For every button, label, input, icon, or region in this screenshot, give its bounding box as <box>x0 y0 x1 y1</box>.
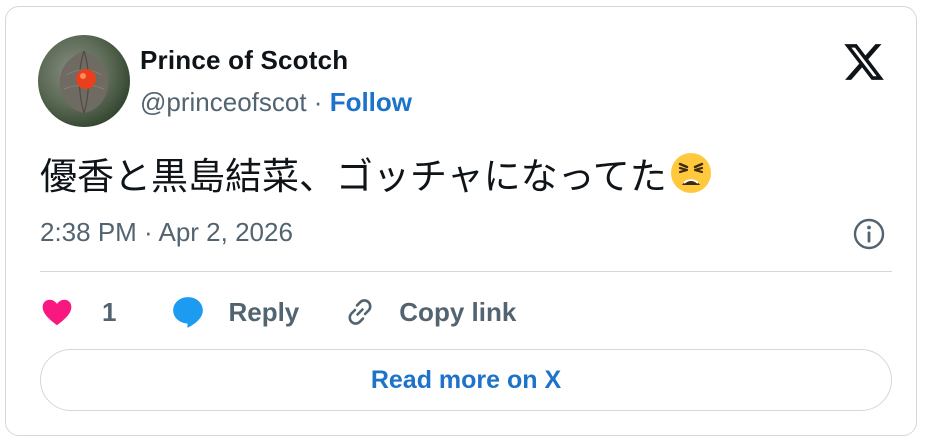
reply-button[interactable]: Reply <box>170 294 343 330</box>
copy-link-label: Copy link <box>399 296 517 327</box>
read-more-button[interactable]: Read more on X <box>40 349 892 411</box>
like-count: 1 <box>102 296 117 327</box>
avatar[interactable] <box>38 35 130 127</box>
author-name[interactable]: Prince of Scotch <box>140 45 348 76</box>
avatar-image <box>59 50 109 114</box>
tweet-timestamp[interactable]: 2:38 PM · Apr 2, 2026 <box>40 217 293 248</box>
x-logo-icon[interactable] <box>842 40 886 84</box>
reply-label: Reply <box>228 296 300 327</box>
heart-icon <box>40 295 74 329</box>
author-handle[interactable]: @princeofscot <box>140 87 307 117</box>
reply-bubble-icon <box>170 294 206 330</box>
info-icon[interactable] <box>852 217 886 251</box>
like-button[interactable]: 1 <box>40 295 170 329</box>
tweet-text-row: 優香と黒島結菜、ゴッチャになってた <box>40 149 713 205</box>
action-bar: 1 Reply Copy link <box>40 289 516 335</box>
tweet-card: Prince of Scotch @princeofscot · Follow … <box>5 6 917 436</box>
link-icon <box>343 295 377 329</box>
weary-face-emoji <box>669 151 713 195</box>
follow-button[interactable]: Follow <box>330 87 412 117</box>
tweet-text: 優香と黒島結菜、ゴッチャになってた <box>40 155 667 198</box>
handle-row: @princeofscot · Follow <box>140 87 412 118</box>
separator: · <box>306 87 330 117</box>
copy-link-button[interactable]: Copy link <box>343 295 516 329</box>
read-more-label: Read more on X <box>370 365 562 394</box>
divider <box>40 271 892 272</box>
